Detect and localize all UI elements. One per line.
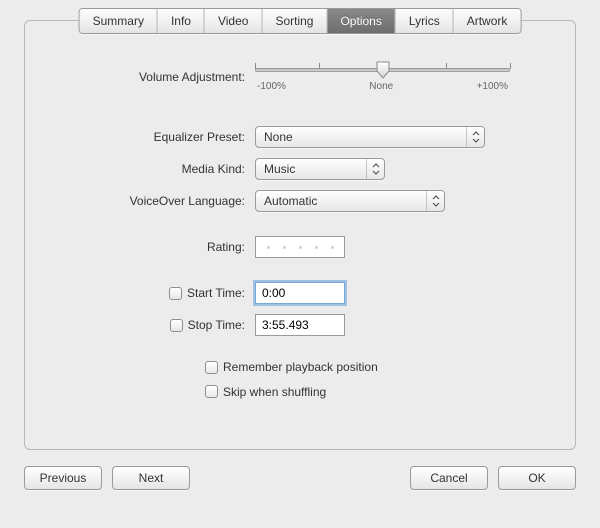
voiceover-language-select[interactable]: Automatic	[255, 190, 445, 212]
tab-lyrics[interactable]: Lyrics	[396, 9, 454, 33]
rating-label: Rating:	[90, 240, 255, 254]
tab-summary[interactable]: Summary	[80, 9, 158, 33]
rating-dot-icon	[299, 246, 302, 249]
skip-shuffle-label: Skip when shuffling	[223, 385, 326, 399]
tab-bar: Summary Info Video Sorting Options Lyric…	[79, 8, 522, 34]
media-kind-label: Media Kind:	[90, 162, 255, 176]
options-form: Volume Adjustment:	[90, 61, 510, 401]
ok-button[interactable]: OK	[498, 466, 576, 490]
dialog-footer: Previous Next Cancel OK	[24, 466, 576, 490]
stop-time-input[interactable]	[255, 314, 345, 336]
start-time-label: Start Time:	[187, 286, 245, 300]
rating-input[interactable]	[255, 236, 345, 258]
voiceover-language-value: Automatic	[264, 194, 317, 208]
remember-playback-label: Remember playback position	[223, 360, 378, 374]
equalizer-preset-label: Equalizer Preset:	[90, 130, 255, 144]
rating-dot-icon	[331, 246, 334, 249]
skip-shuffle-checkbox[interactable]: Skip when shuffling	[205, 385, 326, 399]
stop-time-label: Stop Time:	[188, 318, 245, 332]
voiceover-language-label: VoiceOver Language:	[90, 194, 255, 208]
stop-time-checkbox[interactable]	[170, 319, 183, 332]
equalizer-preset-select[interactable]: None	[255, 126, 485, 148]
volume-slider-thumb[interactable]	[376, 61, 390, 79]
updown-arrows-icon	[466, 127, 480, 147]
updown-arrows-icon	[426, 191, 440, 211]
media-kind-select[interactable]: Music	[255, 158, 385, 180]
media-kind-value: Music	[264, 162, 295, 176]
updown-arrows-icon	[366, 159, 380, 179]
start-time-checkbox[interactable]	[169, 287, 182, 300]
previous-button[interactable]: Previous	[24, 466, 102, 490]
options-panel: Summary Info Video Sorting Options Lyric…	[24, 20, 576, 450]
rating-dot-icon	[315, 246, 318, 249]
remember-playback-checkbox[interactable]: Remember playback position	[205, 360, 378, 374]
slider-mid-label: None	[369, 81, 393, 92]
rating-dot-icon	[267, 246, 270, 249]
slider-max-label: +100%	[477, 81, 508, 92]
tab-sorting[interactable]: Sorting	[262, 9, 327, 33]
tab-info[interactable]: Info	[158, 9, 205, 33]
cancel-button[interactable]: Cancel	[410, 466, 488, 490]
tab-video[interactable]: Video	[205, 9, 262, 33]
tab-artwork[interactable]: Artwork	[454, 9, 521, 33]
tab-options[interactable]: Options	[327, 9, 395, 33]
next-button[interactable]: Next	[112, 466, 190, 490]
volume-slider[interactable]	[255, 61, 510, 79]
slider-min-label: -100%	[257, 81, 286, 92]
rating-dot-icon	[283, 246, 286, 249]
equalizer-preset-value: None	[264, 130, 293, 144]
volume-adjustment-label: Volume Adjustment:	[90, 70, 255, 84]
start-time-input[interactable]	[255, 282, 345, 304]
